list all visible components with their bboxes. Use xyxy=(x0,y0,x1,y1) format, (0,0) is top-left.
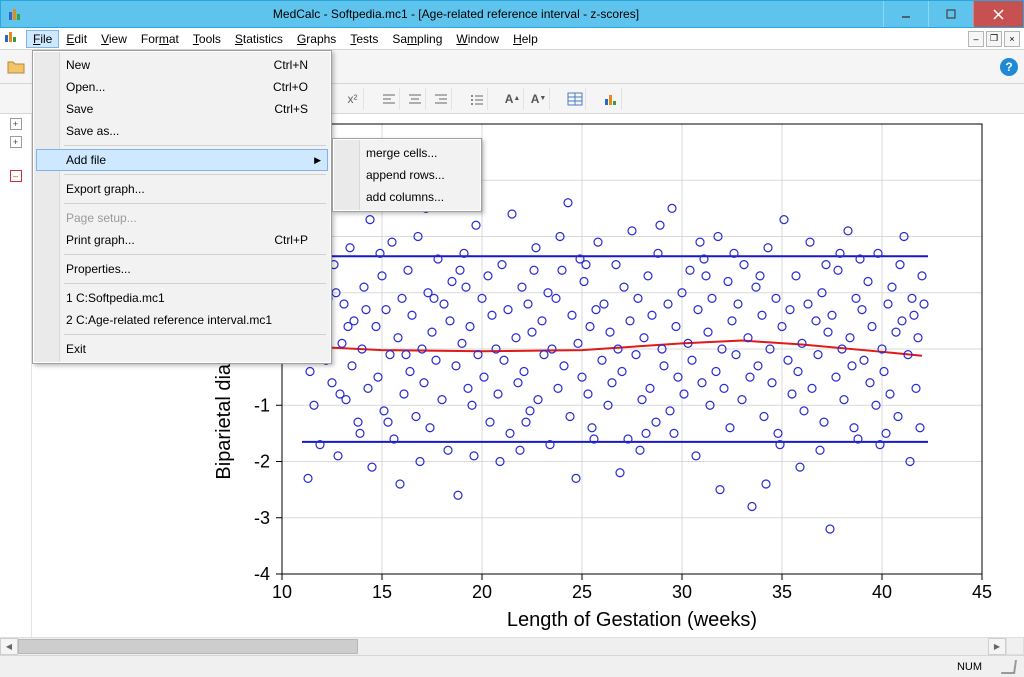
menuitem-print-graph[interactable]: Print graph...Ctrl+P xyxy=(36,229,328,251)
menubar-app-icon xyxy=(4,30,26,47)
svg-text:-3: -3 xyxy=(254,508,270,528)
svg-text:-2: -2 xyxy=(254,452,270,472)
addfile-submenu-dropdown: merge cells...append rows...add columns.… xyxy=(332,138,482,212)
menu-tests[interactable]: Tests xyxy=(343,30,385,48)
numlock-indicator: NUM xyxy=(957,661,982,673)
svg-text:Length of Gestation (weeks): Length of Gestation (weeks) xyxy=(507,609,757,631)
chart-icon[interactable] xyxy=(600,88,622,110)
menu-file[interactable]: File xyxy=(26,30,59,48)
menuitem-save[interactable]: SaveCtrl+S xyxy=(36,98,328,120)
decrease-font-icon[interactable]: A▼ xyxy=(528,88,550,110)
mdi-minimize-button[interactable]: – xyxy=(968,31,984,47)
menuitem-page-setup: Page setup... xyxy=(36,207,328,229)
window-titlebar: MedCalc - Softpedia.mc1 - [Age-related r… xyxy=(0,0,1024,28)
menu-view[interactable]: View xyxy=(94,30,134,48)
svg-text:45: 45 xyxy=(972,582,992,602)
tree-expand-icon[interactable]: + xyxy=(10,136,22,148)
resize-grip-icon[interactable] xyxy=(1001,660,1017,674)
window-minimize-button[interactable] xyxy=(883,1,928,27)
mdi-restore-button[interactable]: ❐ xyxy=(986,31,1002,47)
menu-format[interactable]: Format xyxy=(134,30,186,48)
svg-text:20: 20 xyxy=(472,582,492,602)
tree-collapse-icon[interactable]: – xyxy=(10,170,22,182)
align-left-icon[interactable] xyxy=(378,88,400,110)
menu-sampling[interactable]: Sampling xyxy=(385,30,449,48)
menuitem-2-c-age-related-reference-interval-mc1[interactable]: 2 C:Age-related reference interval.mc1 xyxy=(36,309,328,331)
file-menu-dropdown: NewCtrl+NOpen...Ctrl+OSaveCtrl+SSave as.… xyxy=(32,50,332,364)
menubar: FileEditViewFormatToolsStatisticsGraphsT… xyxy=(0,28,1024,50)
menuitem-new[interactable]: NewCtrl+N xyxy=(36,54,328,76)
menu-graphs[interactable]: Graphs xyxy=(290,30,343,48)
statusbar: NUM xyxy=(0,655,1024,677)
window-maximize-button[interactable] xyxy=(928,1,973,27)
menuitem-1-c-softpedia-mc1[interactable]: 1 C:Softpedia.mc1 xyxy=(36,287,328,309)
svg-text:10: 10 xyxy=(272,582,292,602)
open-folder-icon[interactable] xyxy=(6,57,26,77)
menu-edit[interactable]: Edit xyxy=(59,30,94,48)
menu-window[interactable]: Window xyxy=(449,30,506,48)
menuitem-add-columns[interactable]: add columns... xyxy=(336,186,478,208)
scroll-track[interactable] xyxy=(18,638,988,655)
align-center-icon[interactable] xyxy=(404,88,426,110)
menuitem-add-file[interactable]: Add file▶ xyxy=(36,149,328,171)
svg-text:35: 35 xyxy=(772,582,792,602)
menu-tools[interactable]: Tools xyxy=(186,30,228,48)
svg-text:30: 30 xyxy=(672,582,692,602)
svg-text:25: 25 xyxy=(572,582,592,602)
mdi-close-button[interactable]: × xyxy=(1004,31,1020,47)
menuitem-exit[interactable]: Exit xyxy=(36,338,328,360)
scroll-thumb[interactable] xyxy=(18,639,358,654)
menuitem-append-rows[interactable]: append rows... xyxy=(336,164,478,186)
svg-text:-1: -1 xyxy=(254,395,270,415)
svg-text:-4: -4 xyxy=(254,564,270,584)
menu-statistics[interactable]: Statistics xyxy=(228,30,290,48)
bullet-list-icon[interactable] xyxy=(466,88,488,110)
menu-help[interactable]: Help xyxy=(506,30,545,48)
window-title: MedCalc - Softpedia.mc1 - [Age-related r… xyxy=(29,7,883,21)
menuitem-save-as[interactable]: Save as... xyxy=(36,120,328,142)
scroll-right-button[interactable]: ▶ xyxy=(988,638,1006,655)
table-icon[interactable] xyxy=(564,88,586,110)
left-sidebar: + + – xyxy=(0,114,32,655)
scroll-corner xyxy=(1006,637,1024,655)
menuitem-properties[interactable]: Properties... xyxy=(36,258,328,280)
align-right-icon[interactable] xyxy=(430,88,452,110)
svg-text:40: 40 xyxy=(872,582,892,602)
increase-font-icon[interactable]: A▲ xyxy=(502,88,524,110)
window-close-button[interactable] xyxy=(973,1,1023,27)
scroll-left-button[interactable]: ◀ xyxy=(0,638,18,655)
menuitem-open[interactable]: Open...Ctrl+O xyxy=(36,76,328,98)
menuitem-export-graph[interactable]: Export graph... xyxy=(36,178,328,200)
superscript-icon[interactable]: x² xyxy=(342,88,364,110)
tree-expand-icon[interactable]: + xyxy=(10,118,22,130)
help-icon[interactable]: ? xyxy=(1000,58,1018,76)
app-icon xyxy=(1,6,29,22)
svg-text:15: 15 xyxy=(372,582,392,602)
horizontal-scrollbar[interactable]: ◀ ▶ xyxy=(0,637,1006,655)
menuitem-merge-cells[interactable]: merge cells... xyxy=(336,142,478,164)
